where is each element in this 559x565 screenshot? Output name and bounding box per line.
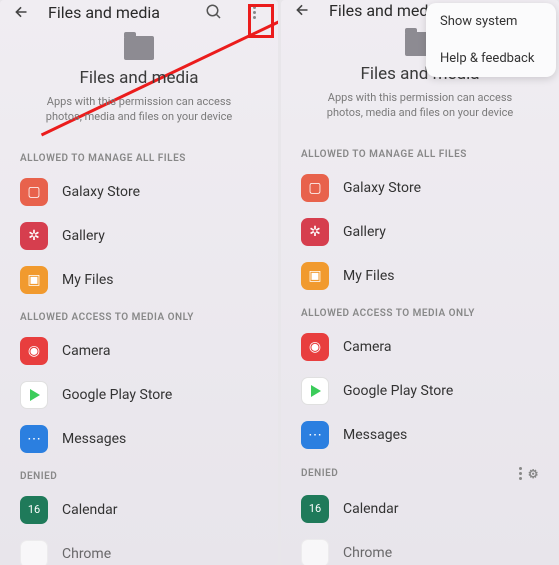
app-gallery[interactable]: ✲ Gallery bbox=[0, 214, 278, 258]
camera-icon: ◉ bbox=[301, 333, 329, 361]
app-galaxy-store[interactable]: ▢ Galaxy Store bbox=[0, 170, 278, 214]
search-icon[interactable] bbox=[202, 0, 226, 24]
appbar: Files and media bbox=[0, 0, 278, 24]
header-subtitle: Apps with this permission can access pho… bbox=[301, 90, 539, 121]
denied-label: DENIED bbox=[301, 468, 338, 479]
app-label: Camera bbox=[343, 339, 392, 355]
app-gallery[interactable]: ✲ Gallery bbox=[281, 210, 559, 254]
gear-icon: ⚙ bbox=[528, 467, 539, 481]
galaxy-store-icon: ▢ bbox=[20, 178, 48, 206]
app-calendar[interactable]: 16 Calendar bbox=[0, 488, 278, 532]
phone-right: Files and media Show system Help & feedb… bbox=[281, 0, 559, 565]
app-my-files[interactable]: ▣ My Files bbox=[0, 258, 278, 302]
app-camera[interactable]: ◉ Camera bbox=[281, 325, 559, 369]
app-label: Gallery bbox=[62, 228, 105, 244]
app-calendar[interactable]: 16 Calendar bbox=[281, 487, 559, 531]
more-icon[interactable] bbox=[242, 0, 266, 24]
messages-icon: ⋯ bbox=[301, 421, 329, 449]
more-dots-icon bbox=[519, 467, 522, 480]
app-label: Gallery bbox=[343, 224, 386, 240]
menu-help-feedback[interactable]: Help & feedback bbox=[426, 40, 556, 77]
section-manage: ALLOWED TO MANAGE ALL FILES bbox=[0, 143, 278, 170]
app-label: Messages bbox=[62, 431, 126, 447]
calendar-icon: 16 bbox=[301, 495, 329, 523]
app-label: My Files bbox=[343, 268, 395, 284]
app-label: Chrome bbox=[343, 545, 392, 561]
messages-icon: ⋯ bbox=[20, 425, 48, 453]
app-label: Calendar bbox=[62, 502, 118, 518]
gallery-icon: ✲ bbox=[20, 222, 48, 250]
folder-icon bbox=[124, 36, 154, 60]
app-label: Google Play Store bbox=[343, 383, 453, 399]
header-subtitle: Apps with this permission can access pho… bbox=[20, 94, 258, 125]
section-media: ALLOWED ACCESS TO MEDIA ONLY bbox=[281, 298, 559, 325]
app-chrome[interactable]: ◐ Chrome bbox=[0, 532, 278, 565]
overflow-menu: Show system Help & feedback bbox=[426, 3, 556, 77]
app-label: Google Play Store bbox=[62, 387, 172, 403]
back-icon[interactable] bbox=[12, 2, 32, 22]
back-icon[interactable] bbox=[293, 0, 313, 20]
app-chrome[interactable]: ◐ Chrome bbox=[281, 531, 559, 565]
section-denied: DENIED bbox=[0, 461, 278, 488]
chrome-icon: ◐ bbox=[301, 539, 329, 565]
app-camera[interactable]: ◉ Camera bbox=[0, 329, 278, 373]
play-store-icon bbox=[301, 377, 329, 405]
calendar-icon: 16 bbox=[20, 496, 48, 524]
app-google-play[interactable]: Google Play Store bbox=[0, 373, 278, 417]
app-messages[interactable]: ⋯ Messages bbox=[281, 413, 559, 457]
denied-actions[interactable]: ⚙ bbox=[519, 467, 539, 481]
my-files-icon: ▣ bbox=[20, 266, 48, 294]
app-galaxy-store[interactable]: ▢ Galaxy Store bbox=[281, 166, 559, 210]
app-google-play[interactable]: Google Play Store bbox=[281, 369, 559, 413]
section-media: ALLOWED ACCESS TO MEDIA ONLY bbox=[0, 302, 278, 329]
app-label: My Files bbox=[62, 272, 114, 288]
app-my-files[interactable]: ▣ My Files bbox=[281, 254, 559, 298]
app-label: Chrome bbox=[62, 546, 111, 562]
app-label: Camera bbox=[62, 343, 111, 359]
header-block: Files and media Apps with this permissio… bbox=[0, 24, 278, 143]
gallery-icon: ✲ bbox=[301, 218, 329, 246]
app-label: Calendar bbox=[343, 501, 399, 517]
galaxy-store-icon: ▢ bbox=[301, 174, 329, 202]
app-label: Messages bbox=[343, 427, 407, 443]
my-files-icon: ▣ bbox=[301, 262, 329, 290]
app-label: Galaxy Store bbox=[62, 184, 140, 200]
appbar-title: Files and media bbox=[48, 3, 186, 22]
menu-show-system[interactable]: Show system bbox=[426, 3, 556, 40]
chrome-icon: ◐ bbox=[20, 540, 48, 565]
camera-icon: ◉ bbox=[20, 337, 48, 365]
phone-left: Files and media Files and media Apps wit… bbox=[0, 0, 278, 565]
section-denied: DENIED ⚙ bbox=[281, 457, 559, 487]
header-title: Files and media bbox=[20, 68, 258, 88]
section-manage: ALLOWED TO MANAGE ALL FILES bbox=[281, 139, 559, 166]
app-messages[interactable]: ⋯ Messages bbox=[0, 417, 278, 461]
app-label: Galaxy Store bbox=[343, 180, 421, 196]
play-store-icon bbox=[20, 381, 48, 409]
